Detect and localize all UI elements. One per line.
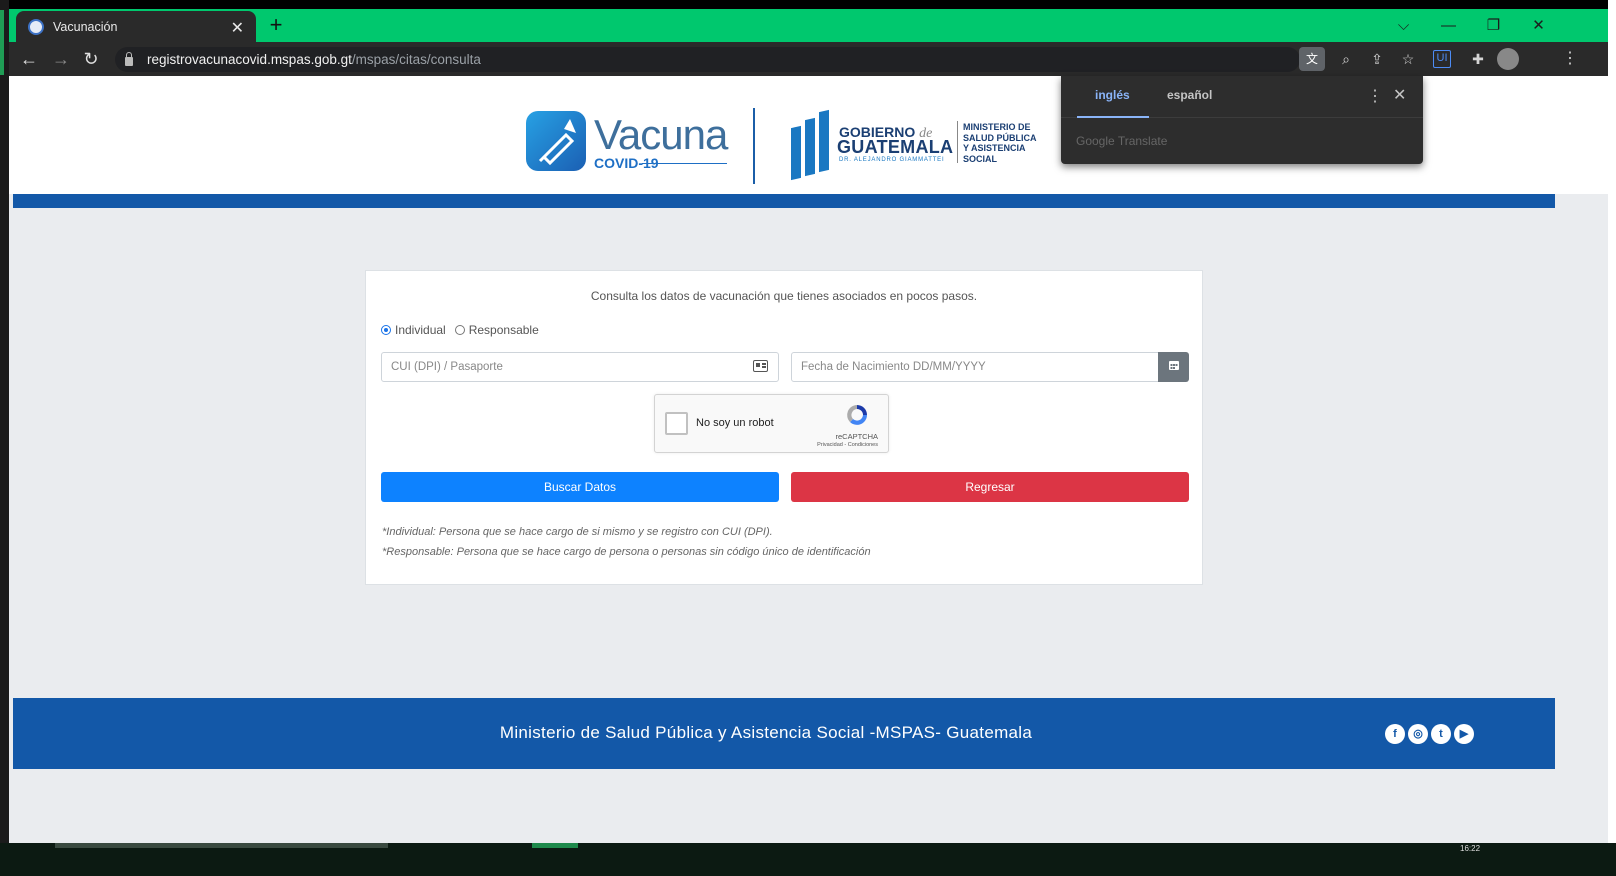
back-arrow-icon[interactable]: ← <box>15 45 43 73</box>
gobierno-bars-icon <box>789 109 833 181</box>
vacuna-underline <box>642 163 727 164</box>
note-responsable: *Responsable: Persona que se hace cargo … <box>382 545 871 558</box>
vacuna-covid-logo: Vacuna COVID-19 <box>526 111 728 176</box>
consulta-card: Consulta los datos de vacunación que tie… <box>365 270 1203 585</box>
social-links: f ◎ t ▶ <box>1385 724 1474 744</box>
translate-icon[interactable]: 文 <box>1299 47 1325 71</box>
recaptcha-widget: No soy un robot reCAPTCHA Privacidad - C… <box>654 394 889 453</box>
type-radio-group: Individual Responsable <box>381 323 539 337</box>
taskbar-active-item[interactable] <box>532 843 578 848</box>
restore-button[interactable]: ❐ <box>1471 9 1516 42</box>
lock-icon[interactable] <box>125 52 133 66</box>
tab-ingles[interactable]: inglés <box>1095 88 1130 102</box>
minimize-button[interactable]: — <box>1426 9 1471 42</box>
footer-text: Ministerio de Salud Pública y Asistencia… <box>499 723 1033 742</box>
id-card-icon <box>753 360 768 372</box>
calendar-button[interactable] <box>1158 352 1189 382</box>
birthdate-placeholder: Fecha de Nacimiento DD/MM/YYYY <box>801 361 986 373</box>
new-tab-button[interactable]: + <box>263 12 289 38</box>
tab-strip: Vacunación ✕ + ⌵ — ❐ ✕ <box>9 9 1608 42</box>
youtube-icon[interactable]: ▶ <box>1454 724 1474 744</box>
gobierno-guatemala-logo: GOBIERNO de GUATEMALA DR. ALEJANDRO GIAM… <box>789 109 1049 181</box>
globe-favicon-icon <box>28 18 44 35</box>
address-bar[interactable]: registrovacunacovid.mspas.gob.gt/mspas/c… <box>115 47 1300 72</box>
tab-title: Vacunación <box>53 19 118 34</box>
tab-vacunacion[interactable]: Vacunación ✕ <box>16 11 256 42</box>
radio-responsable-label[interactable]: Responsable <box>469 323 539 337</box>
calendar-icon <box>1168 361 1179 370</box>
tab-search-dropdown-icon[interactable]: ⌵ <box>1381 9 1426 42</box>
url-host: registrovacunacovid.mspas.gob.gt <box>147 52 352 67</box>
translate-close-icon[interactable]: ✕ <box>1393 85 1406 105</box>
buscar-datos-button[interactable]: Buscar Datos <box>381 472 779 502</box>
twitter-icon[interactable]: t <box>1431 724 1451 744</box>
note-individual: *Individual: Persona que se hace cargo d… <box>382 526 773 538</box>
translate-menu-icon[interactable]: ⋮ <box>1367 86 1383 106</box>
reload-icon[interactable]: ↻ <box>77 45 105 73</box>
active-tab-underline <box>1077 116 1149 118</box>
intro-text: Consulta los datos de vacunación que tie… <box>590 289 978 303</box>
url-path: /mspas/citas/consulta <box>351 52 481 67</box>
taskbar-item[interactable] <box>55 843 388 848</box>
bookmark-star-icon[interactable]: ☆ <box>1396 47 1420 71</box>
browser-chrome: Vacunación ✕ + ⌵ — ❐ ✕ ← → ↻ registrovac… <box>9 9 1608 76</box>
browser-menu-icon[interactable]: ⋮ <box>1558 47 1582 71</box>
desktop-right-edge <box>1608 0 1616 876</box>
close-window-button[interactable]: ✕ <box>1516 9 1561 42</box>
header-blue-bar <box>13 194 1555 208</box>
notes: *Individual: Persona que se hace cargo d… <box>382 523 871 562</box>
cui-input[interactable]: CUI (DPI) / Pasaporte <box>381 352 779 382</box>
vacuna-wordmark: Vacuna <box>594 111 728 158</box>
president-line: DR. ALEJANDRO GIAMMATTEI <box>839 157 945 163</box>
recaptcha-brand: reCAPTCHA <box>835 432 878 441</box>
taskbar-clock: 16:22 <box>1460 844 1481 853</box>
recaptcha-label: No soy un robot <box>696 417 774 429</box>
translate-popup: inglés español ⋮ ✕ Google Translate <box>1061 76 1423 164</box>
regresar-button[interactable]: Regresar <box>791 472 1189 502</box>
extensions-puzzle-icon[interactable]: ✚ <box>1466 47 1490 71</box>
os-taskbar: 16:22 <box>0 843 1616 876</box>
translate-tabs: inglés español ⋮ ✕ <box>1061 76 1423 118</box>
forward-arrow-icon[interactable]: → <box>47 45 75 73</box>
recaptcha-logo-icon <box>847 405 867 425</box>
radio-individual[interactable] <box>381 325 391 335</box>
profile-avatar-icon[interactable] <box>1497 48 1519 70</box>
site-footer: Ministerio de Salud Pública y Asistencia… <box>13 698 1555 769</box>
recaptcha-checkbox[interactable] <box>665 412 688 435</box>
facebook-icon[interactable]: f <box>1385 724 1405 744</box>
share-icon[interactable]: ⇪ <box>1365 47 1389 71</box>
ministry-divider <box>957 121 958 163</box>
instagram-icon[interactable]: ◎ <box>1408 724 1428 744</box>
browser-toolbar: ← → ↻ registrovacunacovid.mspas.gob.gt/m… <box>9 42 1608 76</box>
extension-ui-icon[interactable]: UI <box>1433 50 1451 68</box>
syringe-logo-icon <box>526 111 586 171</box>
tab-espanol[interactable]: español <box>1167 88 1212 102</box>
recaptcha-links[interactable]: Privacidad - Condiciones <box>817 442 878 448</box>
cui-placeholder: CUI (DPI) / Pasaporte <box>391 361 503 373</box>
guatemala-line: GUATEMALA <box>837 137 954 157</box>
radio-responsable[interactable] <box>454 325 465 335</box>
ministry-name: MINISTERIO DE SALUD PÚBLICA Y ASISTENCIA… <box>963 122 1037 164</box>
tab-close-icon[interactable]: ✕ <box>231 18 244 38</box>
radio-individual-label[interactable]: Individual <box>395 323 446 337</box>
logo-separator <box>753 108 755 184</box>
page-viewport: Vacuna COVID-19 GOBIERNO de GUATEMALA DR… <box>9 76 1608 846</box>
zoom-icon[interactable]: ⌕ <box>1334 47 1358 71</box>
desktop-left-edge <box>0 0 9 876</box>
birthdate-input[interactable]: Fecha de Nacimiento DD/MM/YYYY <box>791 352 1159 382</box>
google-translate-label: Google Translate <box>1076 134 1168 148</box>
